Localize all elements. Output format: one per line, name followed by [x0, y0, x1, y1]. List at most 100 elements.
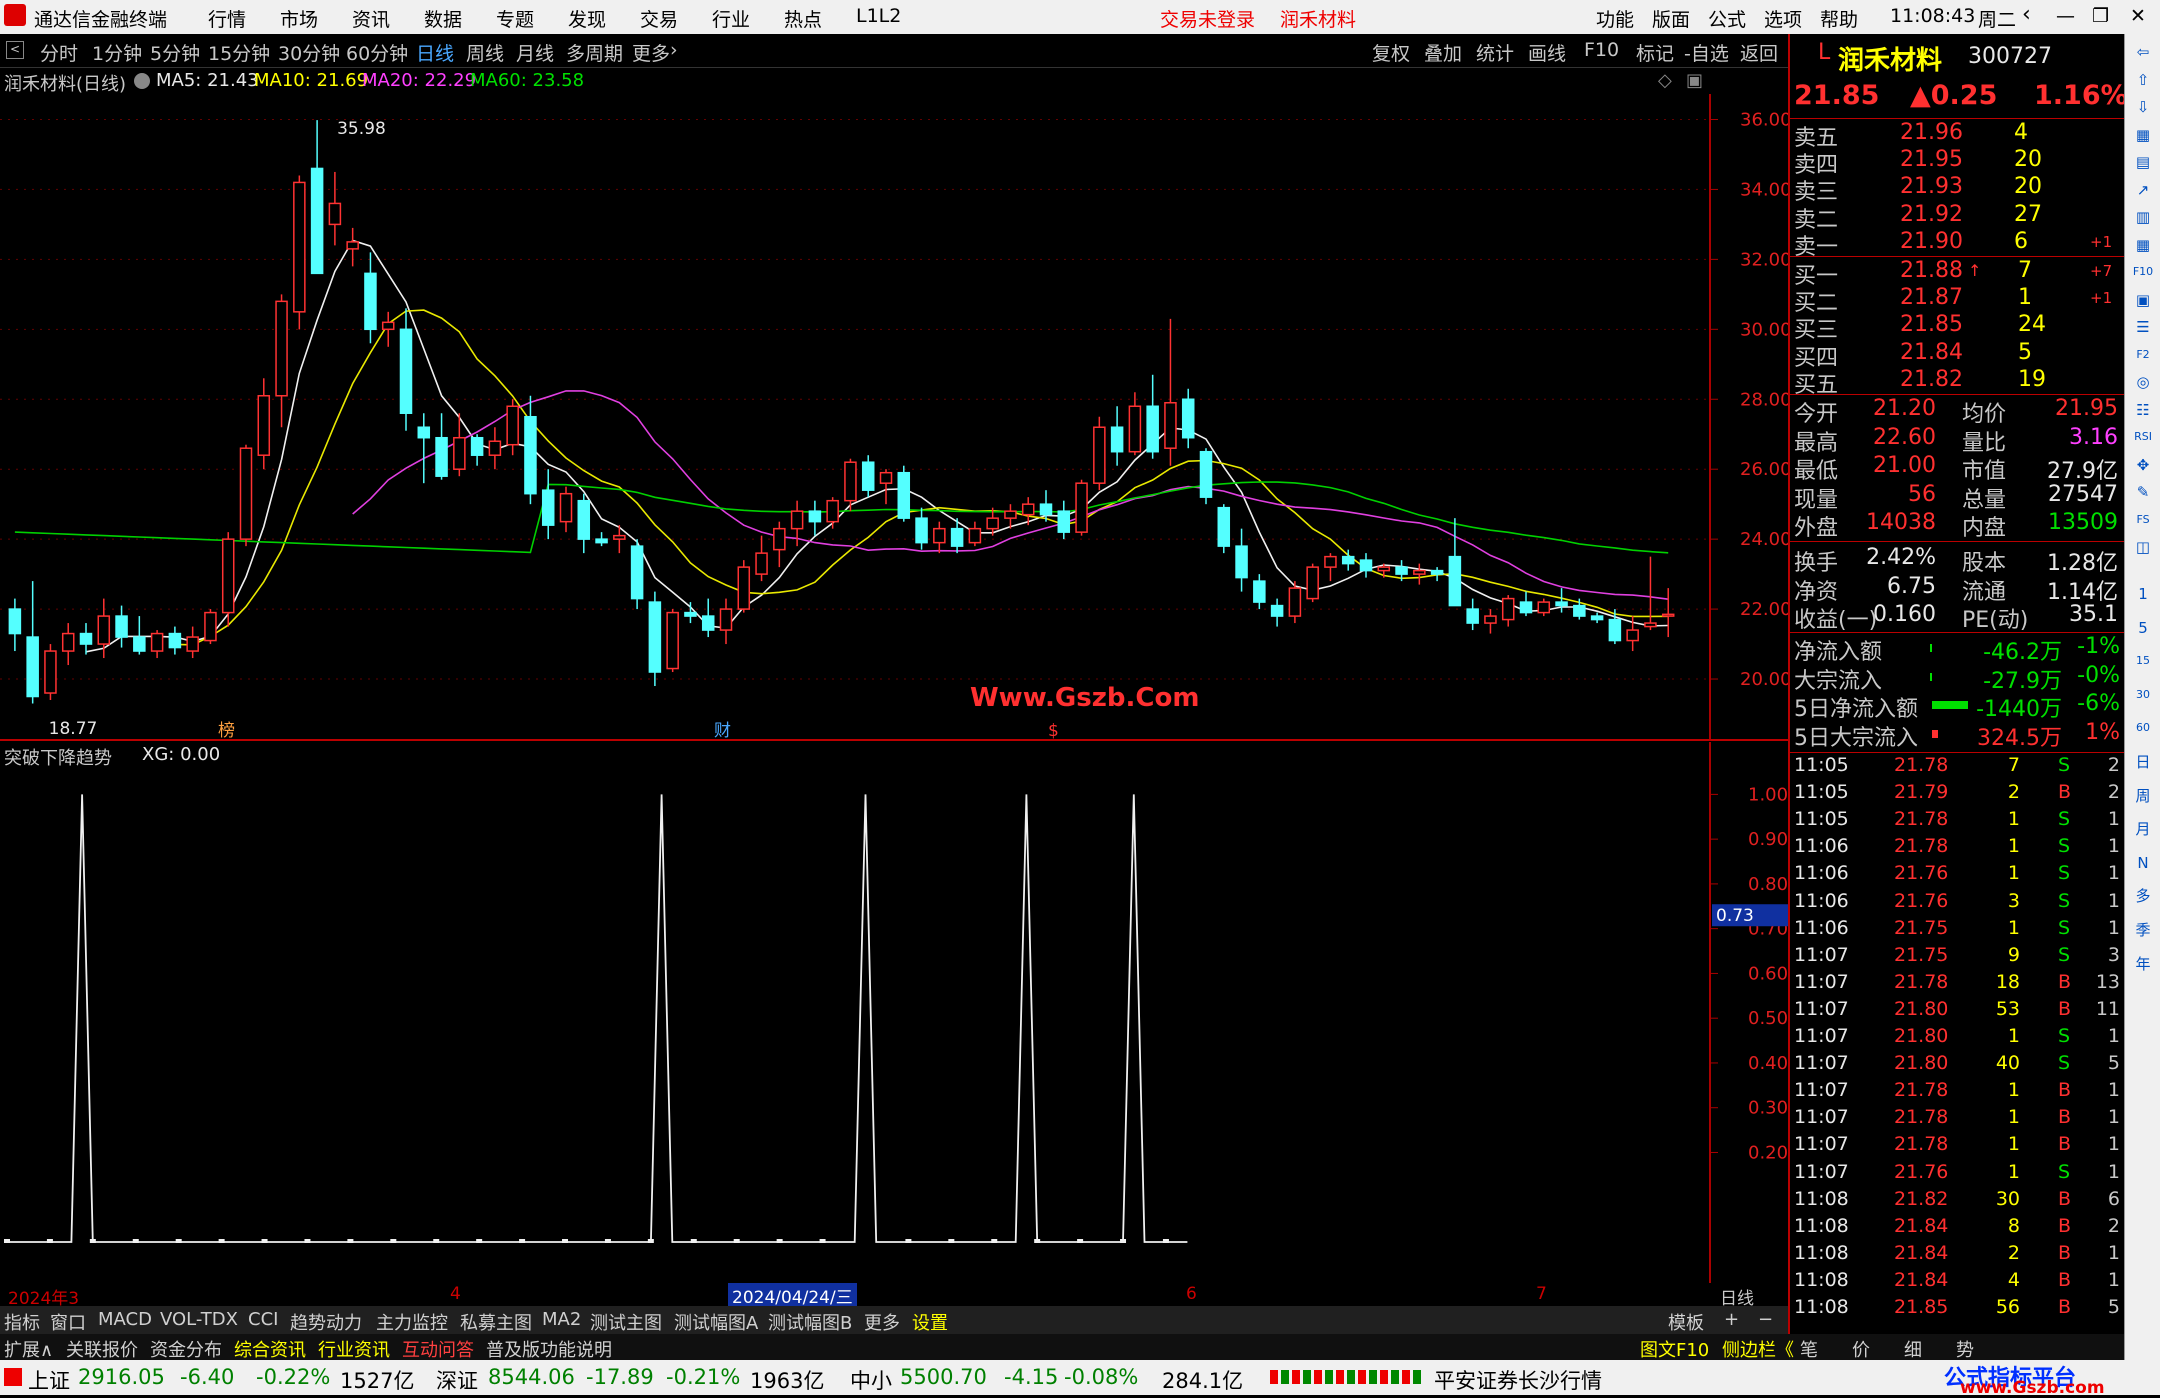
tab-jia[interactable]: 价	[1852, 1336, 1870, 1362]
side-tool-icon[interactable]: ▦	[2131, 123, 2155, 147]
candle-body[interactable]	[1235, 545, 1248, 579]
tab-ma2[interactable]: MA2	[542, 1309, 581, 1330]
tab-zhuli[interactable]: 主力监控	[376, 1309, 448, 1335]
period-1min[interactable]: 1分钟	[92, 39, 142, 66]
tool-zixuan[interactable]: -自选	[1684, 39, 1729, 66]
zx-label[interactable]: 中小	[850, 1365, 892, 1395]
side-tool-icon[interactable]: ⇩	[2131, 95, 2155, 119]
tab-xi[interactable]: 细	[1904, 1336, 1922, 1362]
candle-body[interactable]	[559, 492, 573, 523]
back-icon[interactable]: ‹	[2022, 2, 2031, 27]
candle-body[interactable]	[1288, 587, 1302, 617]
candle-body[interactable]	[968, 527, 982, 544]
candle-body[interactable]	[719, 608, 733, 631]
candle-body[interactable]	[933, 527, 946, 544]
candle-body[interactable]	[1039, 503, 1053, 516]
side-tool-icon[interactable]: 1	[2131, 582, 2155, 606]
candle-body[interactable]	[44, 650, 57, 694]
candle-body[interactable]	[1021, 503, 1035, 516]
candle-body[interactable]	[1341, 555, 1355, 565]
tab-more[interactable]: 更多	[864, 1309, 900, 1335]
menu-hangqing[interactable]: 行情	[208, 5, 246, 32]
minimize-icon[interactable]: —	[2056, 5, 2075, 27]
candle-body[interactable]	[773, 527, 786, 551]
candle-body[interactable]	[1164, 402, 1177, 449]
event-mark[interactable]: 榜	[218, 721, 235, 739]
candle-body[interactable]	[915, 517, 928, 544]
candle-body[interactable]	[1395, 566, 1408, 575]
candle-body[interactable]	[1501, 597, 1515, 621]
sidebar-toggle[interactable]: 侧边栏《	[1722, 1336, 1794, 1362]
tab-hangye[interactable]: 行业资讯	[318, 1336, 390, 1362]
period-15min[interactable]: 15分钟	[208, 39, 270, 66]
side-tool-icon[interactable]: ☰	[2131, 315, 2155, 339]
candle-body[interactable]	[1324, 555, 1337, 568]
side-tool-icon[interactable]: 60	[2131, 716, 2155, 740]
candle-body[interactable]	[239, 447, 253, 540]
candle-body[interactable]	[168, 632, 182, 649]
candle-body[interactable]	[221, 538, 235, 614]
candle-body[interactable]	[1146, 405, 1159, 453]
quote-stock-name[interactable]: 润禾材料	[1838, 40, 1942, 77]
candle-body[interactable]	[861, 461, 875, 491]
candle-body[interactable]	[399, 328, 413, 414]
tool-f10[interactable]: F10	[1584, 39, 1619, 61]
indicator-chart[interactable]: 1.000.900.800.700.600.500.400.300.200.73	[0, 742, 1788, 1283]
tab-test-main[interactable]: 测试主图	[590, 1309, 662, 1335]
tab-settings[interactable]: 设置	[912, 1309, 948, 1335]
candle-body[interactable]	[488, 440, 502, 456]
candle-body[interactable]	[1253, 580, 1266, 603]
candle-body[interactable]	[1110, 426, 1124, 453]
side-tool-icon[interactable]: ◎	[2131, 370, 2155, 394]
tab-vol-tdx[interactable]: VOL-TDX	[160, 1309, 238, 1330]
candle-body[interactable]	[1448, 555, 1462, 607]
candle-body[interactable]	[1306, 566, 1319, 600]
candle-body[interactable]	[1484, 615, 1497, 624]
candle-body[interactable]	[541, 489, 555, 526]
candle-body[interactable]	[897, 471, 911, 519]
candle-body[interactable]	[1573, 604, 1586, 617]
side-tool-icon[interactable]: ↗	[2131, 178, 2155, 202]
side-tool-icon[interactable]: RSI	[2131, 425, 2155, 449]
period-monthly[interactable]: 月线	[516, 39, 554, 66]
remove-button[interactable]: −	[1758, 1309, 1773, 1330]
bid-price[interactable]: 21.87	[1900, 285, 1963, 310]
candle-body[interactable]	[293, 181, 306, 313]
candle-body[interactable]	[1537, 601, 1551, 614]
candle-body[interactable]	[630, 545, 644, 600]
tab-test-a[interactable]: 测试幅图A	[674, 1309, 758, 1335]
side-tool-icon[interactable]: ⇧	[2131, 68, 2155, 92]
candle-body[interactable]	[150, 632, 164, 652]
candle-body[interactable]	[595, 538, 608, 544]
period-fenshi[interactable]: 分时	[40, 39, 78, 66]
tool-diejia[interactable]: 叠加	[1424, 39, 1462, 66]
period-weekly[interactable]: 周线	[466, 39, 504, 66]
tab-hudong[interactable]: 互动问答	[402, 1336, 474, 1362]
candle-body[interactable]	[1075, 482, 1088, 533]
candle-body[interactable]	[8, 608, 22, 635]
menu-shuju[interactable]: 数据	[424, 5, 462, 32]
candle-body[interactable]	[1057, 510, 1071, 533]
tab-chuangkou[interactable]: 窗口	[50, 1309, 86, 1335]
ask-price[interactable]: 21.96	[1900, 120, 1963, 145]
side-tool-icon[interactable]: 5	[2131, 616, 2155, 640]
candle-body[interactable]	[1644, 622, 1657, 628]
tab-puji[interactable]: 普及版功能说明	[486, 1336, 612, 1362]
tool-tongji[interactable]: 统计	[1476, 39, 1514, 66]
settings-dot-icon[interactable]	[134, 73, 150, 89]
candle-body[interactable]	[346, 241, 359, 250]
candle-body[interactable]	[79, 632, 93, 645]
menu-shichang[interactable]: 市场	[280, 5, 318, 32]
tab-simu[interactable]: 私募主图	[460, 1309, 532, 1335]
menu-hangye[interactable]: 行业	[712, 5, 750, 32]
tab-cci[interactable]: CCI	[248, 1309, 278, 1330]
candle-body[interactable]	[204, 611, 217, 642]
candle-body[interactable]	[364, 272, 377, 331]
candle-body[interactable]	[186, 636, 199, 652]
candle-body[interactable]	[1413, 569, 1426, 575]
candle-body[interactable]	[1004, 510, 1017, 519]
candle-body[interactable]	[97, 615, 111, 645]
tab-macd[interactable]: MACD	[98, 1309, 152, 1330]
candle-body[interactable]	[435, 436, 448, 477]
ask-price[interactable]: 21.95	[1900, 147, 1963, 172]
